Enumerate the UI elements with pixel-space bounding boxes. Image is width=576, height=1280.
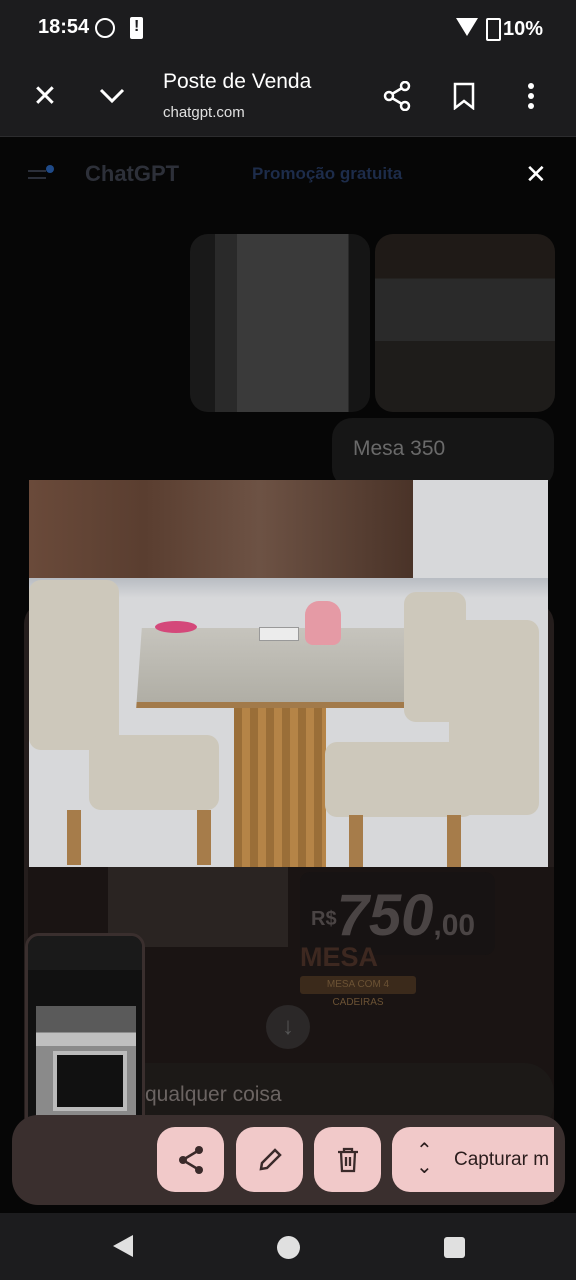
chevron-down-icon[interactable] — [88, 72, 136, 120]
plate — [155, 621, 197, 633]
promo-link[interactable]: Promoção gratuita — [252, 164, 402, 184]
table-base — [234, 708, 326, 867]
image-thumbnail[interactable] — [190, 234, 370, 412]
whatsapp-icon — [95, 18, 115, 38]
capture-more-button[interactable]: ⌃ ⌄ Capturar m — [392, 1127, 554, 1192]
window-blind — [29, 480, 413, 578]
back-icon[interactable] — [113, 1235, 133, 1257]
product-subtitle: MESA COM 4 CADEIRAS — [300, 976, 416, 1008]
edit-button[interactable] — [236, 1127, 303, 1192]
chair-seat — [325, 742, 475, 817]
sidebar-menu-icon[interactable] — [28, 165, 54, 187]
price-whole: 750 — [336, 883, 434, 948]
kettle — [305, 601, 341, 645]
image-thumbnail[interactable] — [375, 234, 555, 412]
battery-icon — [486, 18, 501, 41]
status-bar: 18:54 10% — [0, 0, 576, 58]
product-title: MESA — [300, 942, 379, 972]
chatgpt-title[interactable]: ChatGPT — [85, 161, 179, 187]
scroll-down-button[interactable]: ↓ — [266, 1005, 310, 1049]
system-nav-bar — [0, 1213, 576, 1280]
share-icon[interactable] — [373, 72, 421, 120]
pencil-icon — [258, 1147, 282, 1171]
recents-icon[interactable] — [444, 1237, 465, 1258]
page-url: chatgpt.com — [163, 104, 245, 121]
status-time: 18:54 — [38, 16, 90, 38]
battery-alert-icon — [130, 17, 143, 39]
bookmark-icon[interactable] — [440, 72, 488, 120]
home-icon[interactable] — [277, 1236, 300, 1259]
more-vert-icon[interactable] — [507, 72, 555, 120]
chair-seat — [89, 735, 219, 810]
viewed-photo[interactable] — [29, 480, 548, 867]
delete-button[interactable] — [314, 1127, 381, 1192]
wifi-icon — [456, 18, 478, 36]
phone-on-table — [259, 627, 299, 641]
expand-vertical-icon: ⌃ ⌄ — [416, 1140, 433, 1178]
price-currency: R$ — [311, 908, 337, 930]
price-cents: ,00 — [433, 909, 476, 942]
price-text: R$750,00 — [311, 882, 475, 949]
chat-input-placeholder: qualquer coisa — [145, 1083, 282, 1106]
browser-toolbar: ✕ Poste de Venda chatgpt.com — [0, 58, 576, 137]
close-icon[interactable]: ✕ — [525, 159, 547, 190]
chair — [29, 580, 119, 750]
share-button[interactable] — [157, 1127, 224, 1192]
share-icon — [178, 1145, 203, 1174]
capture-label: Capturar m — [454, 1149, 550, 1170]
user-message-text: Mesa 350 — [353, 437, 446, 460]
page-title: Poste de Venda — [163, 70, 312, 93]
trash-icon — [337, 1147, 358, 1172]
battery-percentage: 10% — [503, 18, 544, 40]
close-icon[interactable]: ✕ — [21, 72, 69, 120]
